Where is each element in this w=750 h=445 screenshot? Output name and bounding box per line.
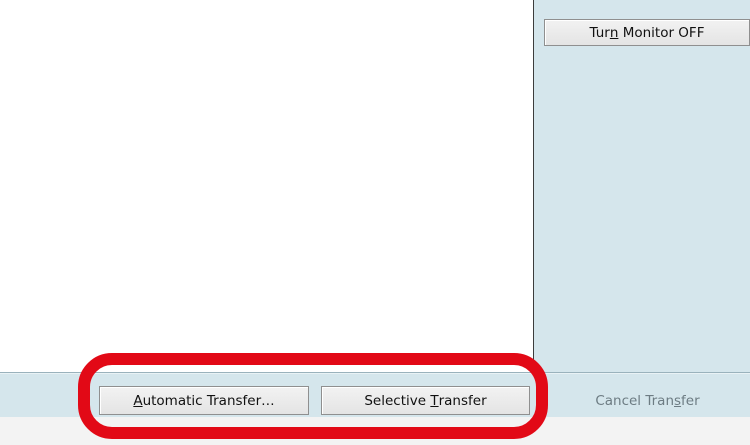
cancel-transfer-label-post: fer — [681, 392, 700, 409]
turn-monitor-access-key: n — [609, 24, 619, 41]
content-area — [0, 0, 533, 372]
selective-transfer-button[interactable]: Selective Transfer — [321, 386, 530, 415]
cancel-transfer-button[interactable]: Cancel Tran s fer — [545, 386, 750, 415]
turn-monitor-label-post: Monitor OFF — [618, 24, 705, 41]
turn-monitor-label-pre: Tur — [589, 24, 610, 41]
turn-monitor-off-button[interactable]: Tur n Monitor OFF — [544, 19, 750, 46]
selective-transfer-label-pre: Selective — [364, 392, 431, 409]
automatic-transfer-button[interactable]: Automatic Transfer… — [99, 386, 309, 415]
cancel-transfer-label-pre: Cancel Tran — [595, 392, 674, 409]
automatic-transfer-access-key: A — [133, 392, 143, 409]
monitor-panel — [533, 0, 750, 372]
status-strip — [0, 417, 750, 445]
selective-transfer-access-key: T — [430, 392, 439, 409]
selective-transfer-label-post: ransfer — [438, 392, 487, 409]
automatic-transfer-label-post: utomatic Transfer… — [142, 392, 275, 409]
cancel-transfer-access-key: s — [674, 392, 682, 409]
